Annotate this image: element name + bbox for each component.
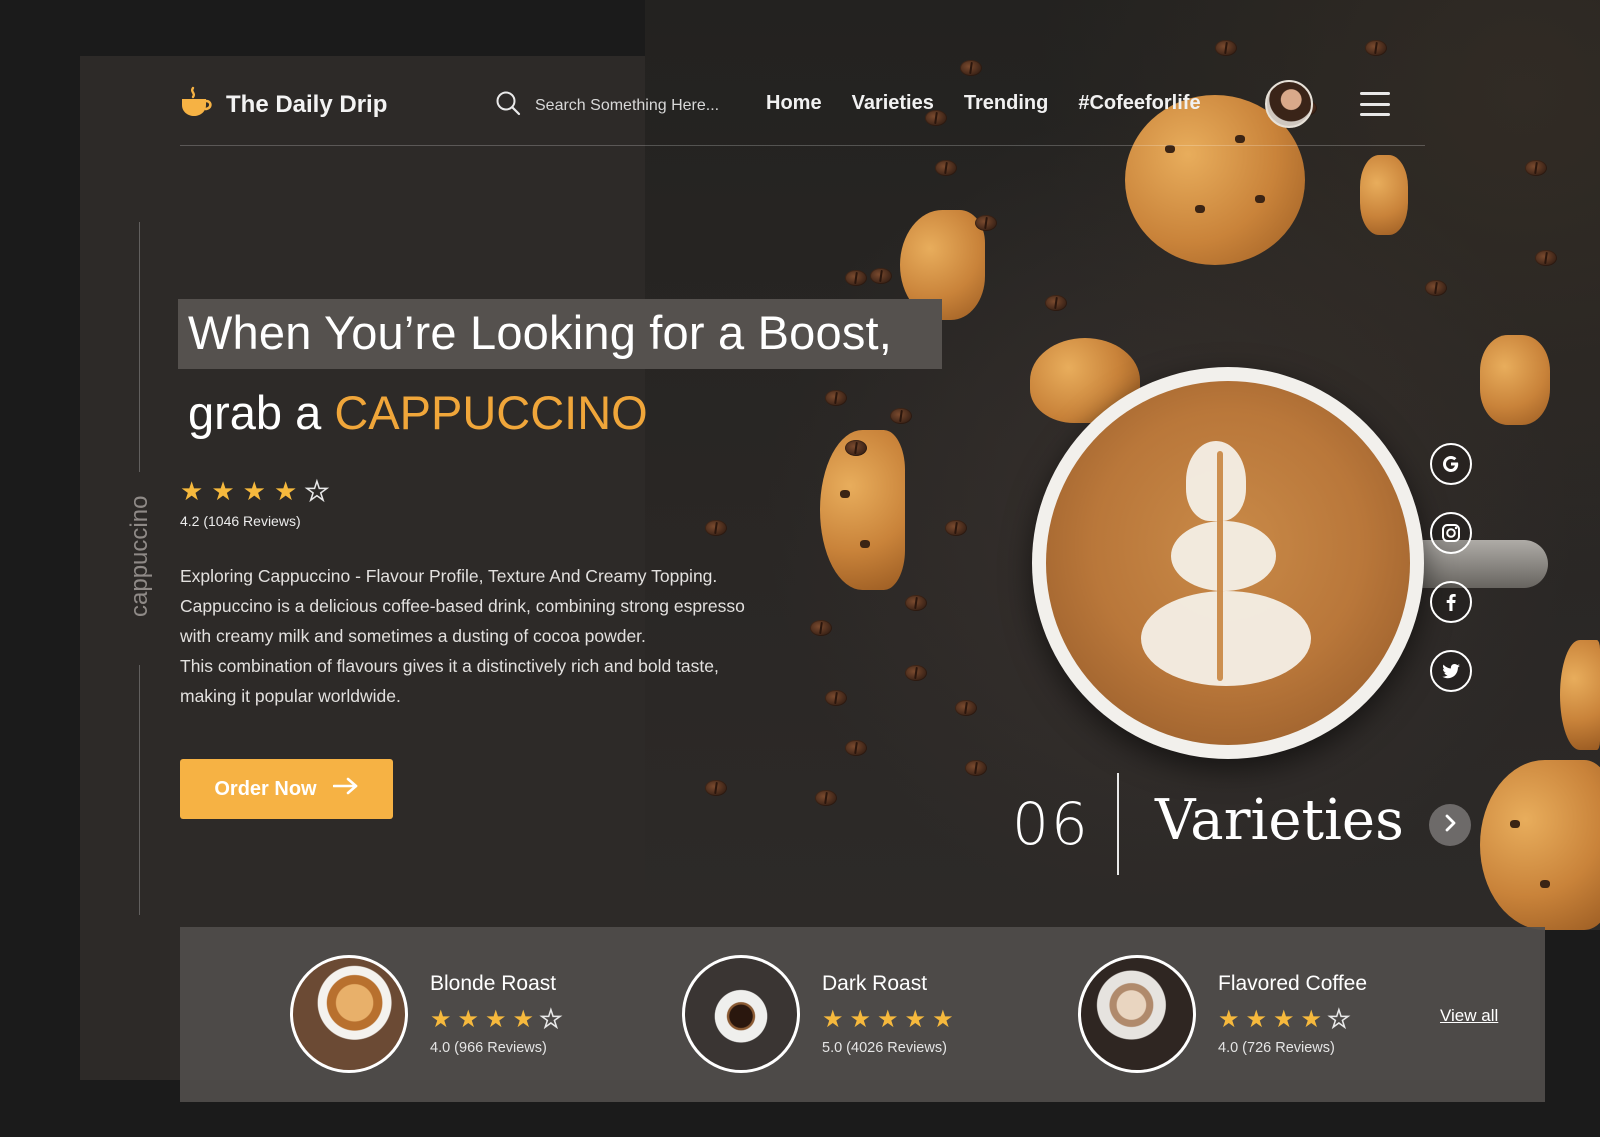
star-filled-icon: ★ [211, 476, 235, 506]
star-filled-icon: ★ [180, 476, 204, 506]
cookie-image [1360, 155, 1408, 235]
hero-rating-text: 4.2 (1046 Reviews) [180, 513, 301, 529]
search-bar [495, 90, 735, 121]
description-line: with creamy milk and sometimes a dusting… [180, 626, 646, 646]
cookie-image [1560, 640, 1600, 750]
star-filled-icon: ★ [457, 1006, 480, 1033]
variety-name: Dark Roast [822, 972, 928, 995]
star-empty-icon: ★ [1327, 1006, 1350, 1033]
star-empty-icon: ★ [304, 476, 329, 506]
variety-card-flavored-coffee[interactable]: Flavored Coffee ★ ★ ★ ★ ★ 4.0 (726 Reviews) [1078, 955, 1367, 1073]
variety-card-dark-roast[interactable]: Dark Roast ★ ★ ★ ★ ★ 5.0 (4026 Reviews) [682, 955, 954, 1073]
star-filled-icon: ★ [1300, 1006, 1323, 1033]
varieties-count: 06 [1012, 790, 1090, 858]
star-empty-icon: ★ [539, 1006, 562, 1033]
facebook-icon[interactable] [1430, 581, 1472, 623]
star-filled-icon: ★ [1218, 1006, 1240, 1033]
variety-star-rating: ★ ★ ★ ★ ★ [822, 1008, 954, 1032]
variety-star-rating: ★ ★ ★ ★ ★ [1218, 1006, 1367, 1033]
varieties-strip: Blonde Roast ★ ★ ★ ★ ★ 4.0 (966 Reviews) Dar… [180, 927, 1545, 1102]
variety-name: Blonde Roast [430, 972, 557, 995]
hero-description: Exploring Cappuccino - Flavour Profile, … [180, 561, 820, 711]
side-divider [139, 222, 140, 472]
variety-rating-text: 5.0 (4026 Reviews) [822, 1040, 947, 1056]
twitter-icon[interactable] [1430, 650, 1472, 692]
cookie-image [1480, 760, 1600, 930]
star-filled-icon: ★ [273, 476, 298, 506]
variety-name: Flavored Coffee [1218, 972, 1368, 995]
star-filled-icon: ★ [877, 1006, 899, 1033]
order-now-label: Order Now [214, 777, 317, 800]
menu-icon[interactable] [1360, 92, 1390, 116]
star-filled-icon: ★ [242, 476, 266, 506]
latte-art-image [1046, 381, 1410, 745]
nav-varieties[interactable]: Varieties [852, 92, 934, 115]
nav-hashtag[interactable]: #Cofeeforlife [1078, 92, 1200, 115]
star-filled-icon: ★ [822, 1006, 844, 1033]
cookie-image [1480, 335, 1550, 425]
star-filled-icon: ★ [1273, 1006, 1295, 1033]
varieties-divider [1117, 773, 1119, 875]
variety-rating-text: 4.0 (966 Reviews) [430, 1040, 547, 1056]
side-divider [139, 665, 140, 915]
hero-headline: When You’re Looking for a Boost, [188, 306, 893, 359]
variety-card-blonde-roast[interactable]: Blonde Roast ★ ★ ★ ★ ★ 4.0 (966 Reviews) [290, 955, 562, 1073]
top-navbar: The Daily Drip Home Varieties Trending #… [180, 80, 1425, 146]
nav-home[interactable]: Home [766, 92, 822, 115]
description-line: This combination of flavours gives it a … [180, 656, 719, 676]
chevron-right-icon [1442, 814, 1458, 837]
dark-roast-image [682, 955, 800, 1073]
blonde-roast-image [290, 955, 408, 1073]
google-icon[interactable] [1430, 443, 1472, 485]
description-line: Cappuccino is a delicious coffee-based d… [180, 596, 745, 616]
varieties-label: Varieties [1155, 788, 1404, 853]
hero-star-rating: ★ ★ ★ ★ ★ [180, 476, 329, 506]
subline-prefix: grab a [188, 386, 335, 439]
variety-star-rating: ★ ★ ★ ★ ★ [430, 1006, 562, 1033]
description-line: Exploring Cappuccino - Flavour Profile, … [180, 566, 718, 586]
user-avatar[interactable] [1265, 80, 1313, 128]
search-input[interactable] [535, 96, 735, 115]
side-category-label: cappuccino [126, 495, 153, 617]
page: The Daily Drip Home Varieties Trending #… [0, 0, 1600, 1137]
star-filled-icon: ★ [485, 1006, 507, 1033]
instagram-icon[interactable] [1430, 512, 1472, 554]
next-arrow-button[interactable] [1429, 804, 1471, 846]
star-filled-icon: ★ [512, 1006, 535, 1033]
search-icon[interactable] [495, 90, 521, 121]
star-filled-icon: ★ [1245, 1006, 1268, 1033]
coffee-cup-icon [180, 86, 214, 123]
order-now-button[interactable]: Order Now [180, 759, 393, 819]
arrow-right-icon [332, 777, 359, 801]
flavored-coffee-image [1078, 955, 1196, 1073]
variety-rating-text: 4.0 (726 Reviews) [1218, 1040, 1335, 1056]
star-filled-icon: ★ [904, 1006, 927, 1033]
nav-trending[interactable]: Trending [964, 92, 1048, 115]
star-filled-icon: ★ [932, 1006, 954, 1033]
view-all-link[interactable]: View all [1440, 1006, 1498, 1026]
brand-name: The Daily Drip [226, 90, 388, 118]
brand-logo[interactable]: The Daily Drip [180, 86, 387, 123]
star-filled-icon: ★ [849, 1006, 872, 1033]
description-line: making it popular worldwide. [180, 686, 401, 706]
star-filled-icon: ★ [430, 1006, 452, 1033]
main-nav: Home Varieties Trending #Cofeeforlife [766, 92, 1201, 115]
subline-accent: CAPPUCCINO [334, 386, 648, 439]
hero-subline: grab a CAPPUCCINO [188, 385, 648, 440]
